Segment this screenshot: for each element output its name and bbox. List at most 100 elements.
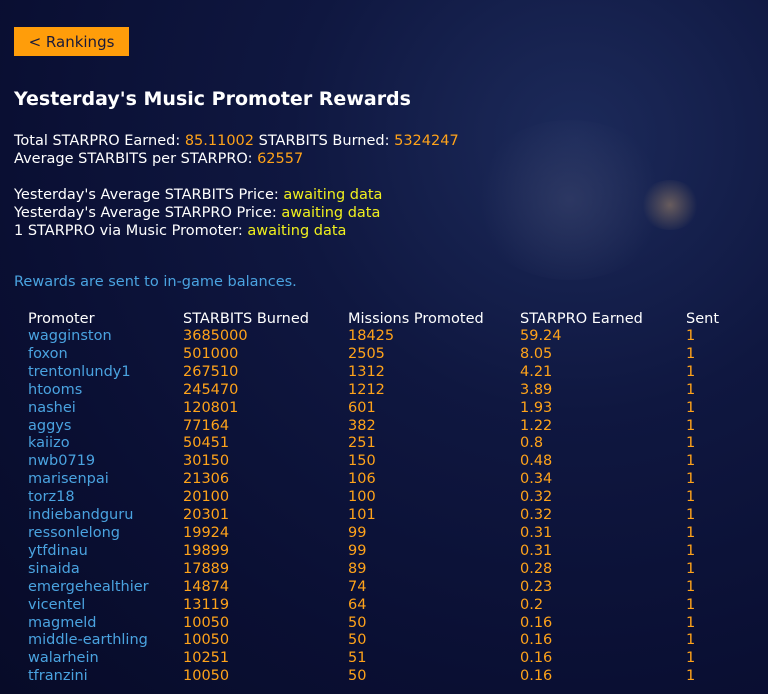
starbits-burned-cell: 3685000 bbox=[183, 328, 248, 344]
table-row: foxon 501000 2505 8.05 1 bbox=[22, 346, 726, 364]
average-label: Average STARBITS per STARPRO: bbox=[14, 151, 253, 167]
missions-promoted-cell: 2505 bbox=[348, 345, 385, 362]
missions-promoted-cell: 99 bbox=[348, 542, 367, 559]
starbits-burned-cell: 13119 bbox=[183, 596, 230, 613]
column-header-sent: Sent bbox=[686, 311, 720, 327]
table-row: nwb0719 30150 150 0.48 1 bbox=[22, 453, 726, 471]
sent-cell: 1 bbox=[686, 435, 696, 452]
sent-cell: 1 bbox=[686, 345, 696, 362]
starpro-earned-cell: 8.05 bbox=[520, 345, 553, 362]
starbits-burned-cell: 10050 bbox=[183, 632, 230, 649]
starpro-earned-cell: 0.8 bbox=[520, 435, 544, 452]
promoter-link[interactable]: ressonlelong bbox=[22, 525, 177, 543]
table-row: nashei 120801 601 1.93 1 bbox=[22, 400, 726, 418]
promoter-link[interactable]: walarhein bbox=[22, 650, 177, 668]
table-row: vicentel 13119 64 0.2 1 bbox=[22, 597, 726, 615]
starbits-price-line: Yesterday's Average STARBITS Price: awai… bbox=[14, 186, 459, 204]
table-header-row: Promoter STARBITS Burned Missions Promot… bbox=[22, 310, 726, 328]
missions-promoted-cell: 50 bbox=[348, 614, 367, 631]
starpro-price-label: Yesterday's Average STARPRO Price: bbox=[14, 205, 277, 221]
missions-promoted-cell: 1212 bbox=[348, 381, 385, 398]
column-header-starbits-burned: STARBITS Burned bbox=[183, 311, 309, 327]
promoter-link[interactable]: kaiizo bbox=[22, 435, 177, 453]
missions-promoted-cell: 99 bbox=[348, 524, 367, 541]
promoter-link[interactable]: emergehealthier bbox=[22, 579, 177, 597]
missions-promoted-cell: 601 bbox=[348, 399, 376, 416]
starbits-burned-cell: 245470 bbox=[183, 381, 239, 398]
missions-promoted-cell: 74 bbox=[348, 578, 367, 595]
starbits-burned-cell: 267510 bbox=[183, 363, 239, 380]
promoter-link[interactable]: indiebandguru bbox=[22, 507, 177, 525]
starbits-burned-cell: 30150 bbox=[183, 453, 230, 470]
table-row: trentonlundy1 267510 1312 4.21 1 bbox=[22, 364, 726, 382]
starpro-earned-cell: 0.31 bbox=[520, 542, 553, 559]
sent-cell: 1 bbox=[686, 363, 696, 380]
promoter-link[interactable]: middle-earthling bbox=[22, 632, 177, 650]
table-row: marisenpai 21306 106 0.34 1 bbox=[22, 471, 726, 489]
starpro-earned-cell: 0.16 bbox=[520, 650, 553, 667]
sent-cell: 1 bbox=[686, 524, 696, 541]
sent-cell: 1 bbox=[686, 453, 696, 470]
promoter-link[interactable]: vicentel bbox=[22, 597, 177, 615]
promoter-link[interactable]: sinaida bbox=[22, 561, 177, 579]
sent-cell: 1 bbox=[686, 399, 696, 416]
starpro-earned-cell: 0.48 bbox=[520, 453, 553, 470]
promoter-link[interactable]: tfranzini bbox=[22, 668, 177, 686]
via-promoter-line: 1 STARPRO via Music Promoter: awaiting d… bbox=[14, 222, 459, 240]
table-row: tfranzini 10050 50 0.16 1 bbox=[22, 668, 726, 686]
via-promoter-label: 1 STARPRO via Music Promoter: bbox=[14, 223, 243, 239]
total-earned-label: Total STARPRO Earned: bbox=[14, 133, 181, 149]
table-row: emergehealthier 14874 74 0.23 1 bbox=[22, 579, 726, 597]
page-title: Yesterday's Music Promoter Rewards bbox=[14, 88, 411, 110]
promoter-link[interactable]: foxon bbox=[22, 346, 177, 364]
rewards-notice: Rewards are sent to in-game balances. bbox=[14, 274, 297, 290]
promoter-link[interactable]: magmeld bbox=[22, 615, 177, 633]
missions-promoted-cell: 106 bbox=[348, 471, 376, 488]
promoter-link[interactable]: nashei bbox=[22, 400, 177, 418]
missions-promoted-cell: 1312 bbox=[348, 363, 385, 380]
missions-promoted-cell: 50 bbox=[348, 668, 367, 685]
promoter-link[interactable]: wagginston bbox=[22, 328, 177, 346]
table-row: ytfdinau 19899 99 0.31 1 bbox=[22, 543, 726, 561]
starbits-burned-cell: 10050 bbox=[183, 668, 230, 685]
sent-cell: 1 bbox=[686, 560, 696, 577]
missions-promoted-cell: 18425 bbox=[348, 328, 395, 344]
sent-cell: 1 bbox=[686, 542, 696, 559]
promoter-link[interactable]: marisenpai bbox=[22, 471, 177, 489]
starbits-burned-cell: 10251 bbox=[183, 650, 230, 667]
promoter-link[interactable]: torz18 bbox=[22, 489, 177, 507]
missions-promoted-cell: 382 bbox=[348, 417, 376, 434]
promoter-link[interactable]: htooms bbox=[22, 382, 177, 400]
total-earned-line: Total STARPRO Earned: 85.11002 STARBITS … bbox=[14, 132, 459, 150]
sent-cell: 1 bbox=[686, 507, 696, 524]
stats-panel: Total STARPRO Earned: 85.11002 STARBITS … bbox=[14, 132, 459, 240]
table-row: indiebandguru 20301 101 0.32 1 bbox=[22, 507, 726, 525]
promoter-link[interactable]: trentonlundy1 bbox=[22, 364, 177, 382]
starbits-burned-cell: 77164 bbox=[183, 417, 230, 434]
missions-promoted-cell: 150 bbox=[348, 453, 376, 470]
sent-cell: 1 bbox=[686, 632, 696, 649]
table-row: htooms 245470 1212 3.89 1 bbox=[22, 382, 726, 400]
sent-cell: 1 bbox=[686, 471, 696, 488]
starpro-earned-cell: 0.28 bbox=[520, 560, 553, 577]
column-header-missions-promoted: Missions Promoted bbox=[348, 311, 484, 327]
promoter-link[interactable]: nwb0719 bbox=[22, 453, 177, 471]
back-to-rankings-button[interactable]: < Rankings bbox=[14, 27, 129, 56]
sent-cell: 1 bbox=[686, 668, 696, 685]
promoter-link[interactable]: ytfdinau bbox=[22, 543, 177, 561]
table-row: walarhein 10251 51 0.16 1 bbox=[22, 650, 726, 668]
table-row: magmeld 10050 50 0.16 1 bbox=[22, 615, 726, 633]
sent-cell: 1 bbox=[686, 650, 696, 667]
burned-label: STARBITS Burned: bbox=[258, 133, 390, 149]
missions-promoted-cell: 100 bbox=[348, 489, 376, 506]
sent-cell: 1 bbox=[686, 381, 696, 398]
starbits-burned-cell: 50451 bbox=[183, 435, 230, 452]
starbits-burned-cell: 17889 bbox=[183, 560, 230, 577]
promoter-link[interactable]: aggys bbox=[22, 418, 177, 436]
table-row: sinaida 17889 89 0.28 1 bbox=[22, 561, 726, 579]
background-light bbox=[640, 180, 700, 230]
sent-cell: 1 bbox=[686, 417, 696, 434]
sent-cell: 1 bbox=[686, 596, 696, 613]
starpro-earned-cell: 0.2 bbox=[520, 596, 544, 613]
starpro-price-line: Yesterday's Average STARPRO Price: await… bbox=[14, 204, 459, 222]
